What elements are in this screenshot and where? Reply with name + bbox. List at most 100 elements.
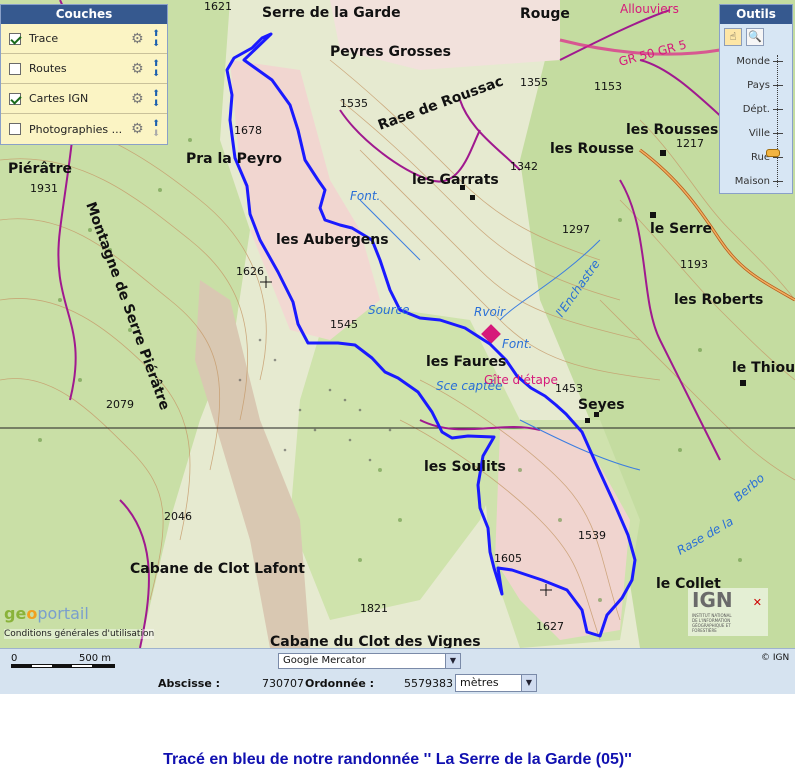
map-label: 1193: [680, 258, 708, 271]
gear-icon[interactable]: ⚙: [131, 122, 145, 136]
zoom-magnifier-icon[interactable]: 🔍: [746, 28, 764, 46]
reorder-arrows-icon[interactable]: ⬆ ⬇: [151, 59, 161, 79]
zoom-slider-track[interactable]: [777, 55, 780, 187]
zoom-tick: [773, 109, 783, 110]
map-label: 2079: [106, 398, 134, 411]
gear-icon[interactable]: ⚙: [131, 62, 145, 76]
gear-icon[interactable]: ⚙: [131, 92, 145, 106]
projection-select[interactable]: Google Mercator ▼: [278, 653, 461, 669]
zoom-tick: [773, 61, 783, 62]
ordonnee-label: Ordonnée :: [305, 677, 375, 690]
scale-start-label: 0: [11, 653, 18, 664]
ign-logo-text: IGN: [692, 588, 733, 612]
map-label: 1153: [594, 80, 622, 93]
map-label: 1453: [555, 382, 583, 395]
zoom-level-maison[interactable]: Maison: [724, 175, 772, 199]
map-label: Serre de la Garde: [262, 5, 401, 21]
layer-checkbox-routes[interactable]: [9, 62, 21, 75]
status-bar: 0 500 m Google Mercator ▼ © IGN Abscisse…: [0, 648, 795, 694]
layer-checkbox-trace[interactable]: [9, 32, 21, 45]
geoportail-logo[interactable]: geoportail: [4, 604, 89, 623]
close-icon[interactable]: ✕: [753, 596, 762, 609]
map-viewport[interactable]: Serre de la Garde Rouge Allouviers Peyre…: [0, 0, 795, 648]
map-label: le Serre: [650, 221, 712, 237]
layer-label: Routes: [29, 62, 67, 75]
layer-row-trace[interactable]: Trace ⚙ ⬆ ⬇: [1, 24, 167, 54]
map-label: Piérâtre: [8, 161, 72, 177]
zoom-level-pays[interactable]: Pays: [724, 79, 772, 103]
scale-bar: [11, 664, 115, 668]
map-label: 1342: [510, 160, 538, 173]
map-label: 1355: [520, 76, 548, 89]
map-label: 1626: [236, 265, 264, 278]
zoom-level-rue[interactable]: Rue: [724, 151, 772, 175]
map-label: 1297: [562, 223, 590, 236]
zoom-tick: [773, 133, 783, 134]
tools-panel: Outils ☝ 🔍 Monde Pays Dépt. Ville Rue Ma…: [719, 4, 793, 194]
zoom-level-dept[interactable]: Dépt.: [724, 103, 772, 127]
map-label: les Rousse: [550, 141, 634, 157]
layer-row-routes[interactable]: Routes ⚙ ⬆ ⬇: [1, 54, 167, 84]
pan-hand-icon[interactable]: ☝: [724, 28, 742, 46]
map-label: Rvoir: [474, 305, 506, 319]
map-label: Cabane du Clot des Vignes: [270, 634, 481, 648]
map-label: Font.: [502, 337, 532, 351]
map-label: Pra la Peyro: [186, 151, 282, 167]
map-label: 1678: [234, 124, 262, 137]
layer-label: Cartes IGN: [29, 92, 89, 105]
layers-panel: Couches Trace ⚙ ⬆ ⬇ Routes ⚙ ⬆ ⬇ Cartes IG…: [0, 4, 168, 145]
zoom-level-monde[interactable]: Monde: [724, 55, 772, 79]
layer-row-cartes-ign[interactable]: Cartes IGN ⚙ ⬆ ⬇: [1, 84, 167, 114]
map-label: Allouviers: [620, 2, 679, 16]
map-label: 1539: [578, 529, 606, 542]
zoom-tick: [773, 157, 783, 158]
map-label: Seyes: [578, 397, 625, 413]
map-label: les Faures: [426, 354, 506, 370]
map-label: 1931: [30, 182, 58, 195]
reorder-arrows-icon[interactable]: ⬆ ⬇: [151, 89, 161, 109]
chevron-down-icon[interactable]: ▼: [521, 675, 536, 691]
map-label: les Roberts: [674, 292, 763, 308]
layer-checkbox-photographies[interactable]: [9, 123, 21, 135]
reorder-arrows-icon[interactable]: ⬆ ⬇: [151, 29, 161, 49]
abscisse-value: 730707: [262, 677, 304, 690]
layer-label: Trace: [29, 32, 59, 45]
reorder-arrows-icon[interactable]: ⬆ ⬇: [151, 119, 161, 139]
map-label: 1821: [360, 602, 388, 615]
projection-select-value: Google Mercator: [283, 655, 366, 666]
unit-select[interactable]: mètres ▼: [455, 674, 537, 692]
layer-row-photographies[interactable]: Photographies ... ⚙ ⬆ ⬇: [1, 114, 167, 144]
map-label: 1627: [536, 620, 564, 633]
gear-icon[interactable]: ⚙: [131, 32, 145, 46]
map-label: 1535: [340, 97, 368, 110]
ign-logo[interactable]: IGN INSTITUT NATIONAL DE L'INFORMATION G…: [688, 588, 768, 636]
zoom-levels: Monde Pays Dépt. Ville Rue Maison: [724, 55, 772, 199]
map-label: 2046: [164, 510, 192, 523]
abscisse-label: Abscisse :: [158, 677, 221, 690]
layers-panel-title: Couches: [1, 5, 167, 24]
map-label: les Soulits: [424, 459, 506, 475]
unit-select-value: mètres: [460, 676, 499, 689]
map-label: les Aubergens: [276, 232, 389, 248]
conditions-link[interactable]: Conditions générales d'utilisation: [4, 629, 155, 639]
map-label: Font.: [350, 189, 380, 203]
geoportail-logo-text: geoportail: [4, 604, 89, 623]
map-label: Source: [368, 303, 409, 317]
map-label: les Rousses: [626, 122, 718, 138]
page-caption: Tracé en bleu de notre randonnée '' La S…: [163, 751, 632, 768]
zoom-tick: [773, 85, 783, 86]
layer-checkbox-cartes-ign[interactable]: [9, 92, 21, 105]
map-label: 1217: [676, 137, 704, 150]
map-label: Peyres Grosses: [330, 44, 451, 60]
map-label: Cabane de Clot Lafont: [130, 561, 305, 577]
map-label: les Garrats: [412, 172, 499, 188]
zoom-level-ville[interactable]: Ville: [724, 127, 772, 151]
ign-logo-subtitle: INSTITUT NATIONAL DE L'INFORMATION GÉOGR…: [692, 613, 732, 633]
tools-panel-title: Outils: [720, 5, 792, 24]
scale-end-label: 500 m: [79, 653, 112, 664]
layer-label: Photographies ...: [29, 122, 123, 136]
copyright-text: © IGN: [761, 653, 790, 663]
chevron-down-icon[interactable]: ▼: [445, 654, 460, 668]
map-label: 1621: [204, 0, 232, 13]
zoom-slider-handle[interactable]: [766, 149, 780, 157]
